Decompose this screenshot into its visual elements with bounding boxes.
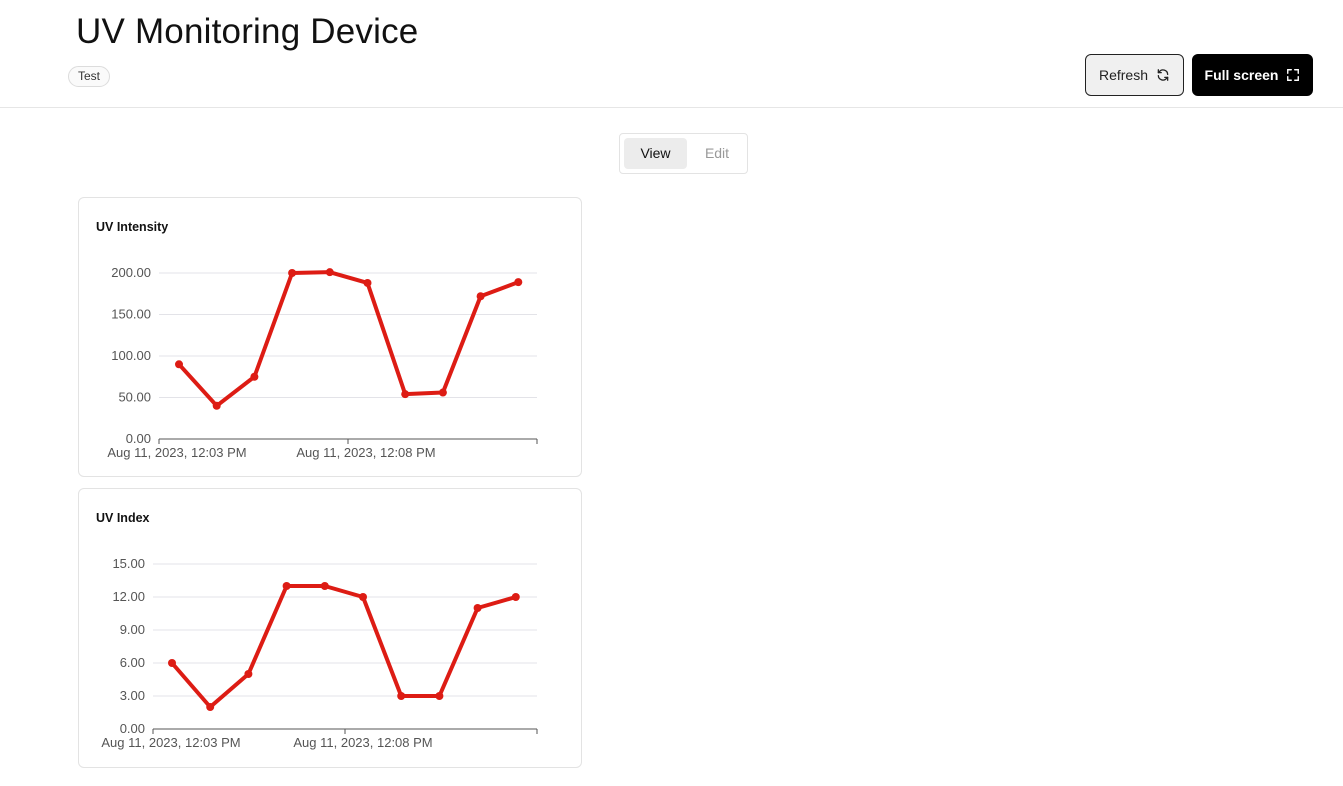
data-point [397,692,406,700]
data-point [514,278,523,287]
series-line [170,584,518,709]
data-point [206,703,215,711]
x-tick-label: Aug 11, 2023, 12:08 PM [293,735,432,750]
y-tick-label: 9.00 [120,622,145,637]
refresh-button[interactable]: Refresh [1085,54,1184,96]
fullscreen-label: Full screen [1204,67,1279,83]
data-point [359,593,367,601]
uv-intensity-card: UV Intensity 0.00 50.00 100.00 150.00 200.00… [78,197,582,477]
y-tick-label: 15.00 [112,556,145,571]
fullscreen-button[interactable]: Full screen [1192,54,1313,96]
data-point [288,269,297,277]
uv-index-chart: 0.00 3.00 6.00 9.00 12.00 15.00 Aug 11, 2023, … [101,556,538,750]
data-point [401,390,410,399]
data-point [473,604,482,612]
y-tick-label: 6.00 [120,655,145,670]
y-tick-label: 12.00 [112,589,145,604]
y-tick-label: 150.00 [111,307,151,322]
data-point [511,593,520,601]
x-tick-label: Aug 11, 2023, 12:03 PM [107,445,246,460]
data-point [168,659,176,667]
refresh-label: Refresh [1098,67,1149,83]
data-point [438,388,447,397]
y-tick-label: 0.00 [126,431,151,446]
data-point [250,372,259,381]
data-point [244,670,253,678]
view-tab[interactable]: View [624,138,687,169]
data-point [363,278,372,287]
view-edit-toggle: View Edit [619,133,748,174]
uv-intensity-chart: 0.00 50.00 100.00 150.00 200.00 Aug 11, 2023,… [107,265,538,460]
refresh-icon [1156,68,1170,82]
x-tick-label: Aug 11, 2023, 12:03 PM [101,735,240,750]
data-point [320,582,329,590]
page-title: UV Monitoring Device [76,12,419,51]
y-tick-label: 0.00 [120,721,145,736]
y-tick-label: 50.00 [118,390,151,405]
page-header: UV Monitoring Device Test Refresh Full s… [0,0,1343,108]
data-point [476,292,485,301]
data-point [325,268,334,277]
data-point [282,582,291,590]
fullscreen-icon [1286,68,1300,82]
y-tick-label: 200.00 [111,265,151,280]
series-line [177,270,521,408]
tag-badge[interactable]: Test [68,66,111,87]
data-point [175,360,183,369]
y-tick-label: 100.00 [111,348,151,363]
edit-tab[interactable]: Edit [690,138,744,169]
uv-index-card: UV Index 0.00 3.00 6.00 9.00 12.00 15.00 Aug 1… [78,488,582,768]
data-point [435,692,444,700]
y-tick-label: 3.00 [120,688,145,703]
x-tick-label: Aug 11, 2023, 12:08 PM [296,445,435,460]
data-point [212,401,221,410]
